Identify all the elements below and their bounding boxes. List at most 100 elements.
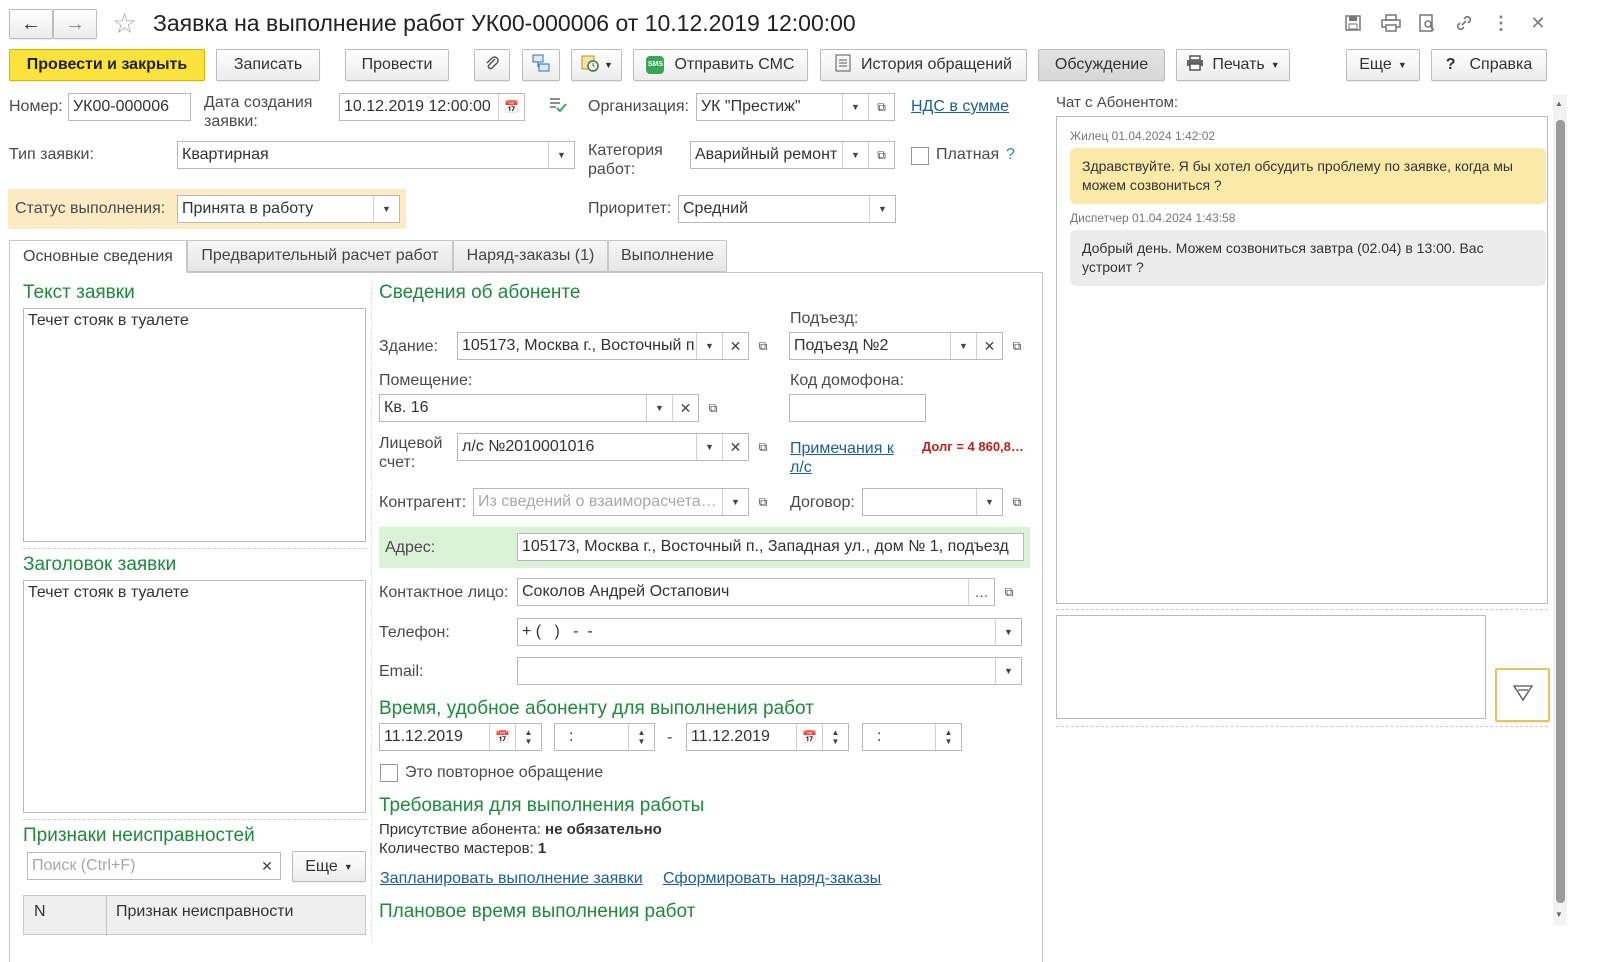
clear-icon[interactable]: ✕ [254,853,280,879]
dropdown-arrow-icon[interactable]: ▼ [696,434,722,460]
clear-icon[interactable]: ✕ [976,333,1002,359]
more-button[interactable]: Еще ▼ [1346,49,1420,81]
calendar-icon[interactable]: 📅 [498,94,524,120]
forward-button[interactable]: → [53,9,97,39]
account-field[interactable]: л/с №2010001016 ▼ ✕ [457,433,749,461]
faults-more-button[interactable]: Еще ▼ [292,851,366,882]
print-button[interactable]: Печать ▼ [1176,49,1290,81]
send-message-button[interactable] [1495,668,1550,722]
post-and-close-button[interactable]: Провести и закрыть [9,49,205,81]
email-field[interactable]: ▼ [517,657,1022,685]
discussion-button[interactable]: Обсуждение [1038,49,1165,81]
tab-main[interactable]: Основные сведения [9,240,187,273]
plan-link[interactable]: Запланировать выполнение заявки [380,870,643,888]
scroll-down-arrow-icon[interactable]: ▼ [1555,910,1563,919]
dropdown-arrow-icon[interactable]: ▼ [995,658,1021,684]
paid-checkbox[interactable] [911,147,929,165]
date-to-field[interactable]: 11.12.2019 📅 ▲ ▼ [686,723,849,751]
number-field[interactable]: УК00-000006 [68,93,191,121]
printer-icon[interactable] [1378,10,1404,36]
contractor-field[interactable]: Из сведений о взаиморасчета… ▼ [473,488,749,516]
building-field[interactable]: 105173, Москва г., Восточный п., Западна… [457,332,749,360]
dropdown-arrow-icon[interactable]: ▼ [373,196,399,222]
star-icon[interactable]: ☆ [112,7,137,40]
select-ellipsis-icon[interactable]: … [968,579,994,605]
created-date-field[interactable]: 10.12.2019 12:00:00 📅 [339,93,525,121]
contact-field[interactable]: Соколов Андрей Остапович … [517,578,995,606]
scrollbar-thumb[interactable] [1556,120,1565,903]
category-field[interactable]: Аварийный ремонт ▼ ⧉ [690,141,895,169]
faults-search-field[interactable]: Поиск (Ctrl+F) ✕ [27,852,281,880]
vat-link[interactable]: НДС в сумме [911,98,1009,116]
priority-field[interactable]: Средний ▼ [678,195,896,223]
clear-icon[interactable]: ✕ [722,434,748,460]
calendar-icon[interactable]: 📅 [489,724,515,750]
time-from-field[interactable]: : ▲ ▼ [554,723,655,751]
contract-field[interactable]: ▼ [862,488,1003,516]
time-to-field[interactable]: : ▲ ▼ [862,723,962,751]
open-icon[interactable]: ⧉ [995,578,1023,606]
date-from-field[interactable]: 11.12.2019 📅 ▲ ▼ [379,723,542,751]
dropdown-arrow-icon[interactable]: ▼ [995,619,1021,645]
document-check-icon[interactable] [548,96,568,118]
spin-icon[interactable]: ▲ ▼ [935,724,961,750]
help-question-link[interactable]: ? [1006,146,1015,164]
dropdown-arrow-icon[interactable]: ▼ [869,196,895,222]
structure-button[interactable] [522,49,560,81]
tab-preliminary[interactable]: Предварительный расчет работ [187,240,453,272]
spin-icon[interactable]: ▲ ▼ [628,724,654,750]
address-field[interactable]: 105173, Москва г., Восточный п., Западна… [517,533,1024,561]
back-button[interactable]: ← [9,9,53,39]
open-icon[interactable]: ⧉ [1003,332,1031,360]
account-notes-link[interactable]: Примечания к л/с [790,439,908,477]
dropdown-arrow-icon[interactable]: ▼ [976,489,1002,515]
orders-link[interactable]: Сформировать наряд-заказы [663,870,881,888]
open-icon[interactable]: ⧉ [749,332,777,360]
create-based-on-button[interactable]: ▼ [571,49,622,81]
send-sms-button[interactable]: SMS Отправить СМС [633,49,808,81]
status-field[interactable]: Принята в работу ▼ [177,195,400,223]
dropdown-arrow-icon[interactable]: ▼ [842,94,868,120]
scroll-up-arrow-icon[interactable]: ▲ [1555,99,1563,108]
save-button[interactable]: Записать [216,49,320,81]
link-icon[interactable] [1451,10,1477,36]
intercom-field[interactable] [789,394,926,422]
dropdown-arrow-icon[interactable]: ▼ [950,333,976,359]
open-icon[interactable]: ⧉ [749,488,777,516]
room-label: Помещение: [379,372,473,389]
type-field[interactable]: Квартирная ▼ [177,141,575,169]
open-icon[interactable]: ⧉ [868,94,894,120]
repeat-checkbox[interactable] [380,764,398,782]
save-icon[interactable] [1340,10,1366,36]
dropdown-arrow-icon[interactable]: ▼ [646,395,672,421]
dropdown-arrow-icon[interactable]: ▼ [548,142,574,168]
room-field[interactable]: Кв. 16 ▼ ✕ [379,394,699,422]
open-icon[interactable]: ⧉ [699,394,727,422]
org-field[interactable]: УК "Престиж" ▼ ⧉ [696,93,895,121]
spin-icon[interactable]: ▲ ▼ [822,724,848,750]
post-button[interactable]: Провести [345,49,449,81]
kebab-menu-icon[interactable]: ⋮ [1488,10,1514,36]
phone-field[interactable]: + ( ) - - ▼ [517,618,1022,646]
dropdown-arrow-icon[interactable]: ▼ [722,489,748,515]
tab-execution[interactable]: Выполнение [608,240,727,272]
entrance-field[interactable]: Подъезд №2 ▼ ✕ [789,332,1003,360]
request-header-area[interactable]: Течет стояк в туалете [23,580,366,813]
chat-input[interactable] [1056,615,1486,719]
tab-work-orders[interactable]: Наряд-заказы (1) [453,240,608,272]
history-button[interactable]: История обращений [820,49,1027,81]
spin-icon[interactable]: ▲ ▼ [515,724,541,750]
clear-icon[interactable]: ✕ [722,333,748,359]
help-button[interactable]: ? Справка [1431,49,1547,81]
open-icon[interactable]: ⧉ [1003,488,1031,516]
clear-icon[interactable]: ✕ [672,395,698,421]
open-icon[interactable]: ⧉ [749,433,777,461]
dropdown-arrow-icon[interactable]: ▼ [842,142,868,168]
close-icon[interactable]: ✕ [1525,10,1551,36]
open-icon[interactable]: ⧉ [868,142,894,168]
request-text-area[interactable]: Течет стояк в туалете [23,308,366,542]
preview-icon[interactable] [1414,10,1440,36]
attach-button[interactable] [474,49,510,81]
calendar-icon[interactable]: 📅 [796,724,822,750]
dropdown-arrow-icon[interactable]: ▼ [696,333,722,359]
